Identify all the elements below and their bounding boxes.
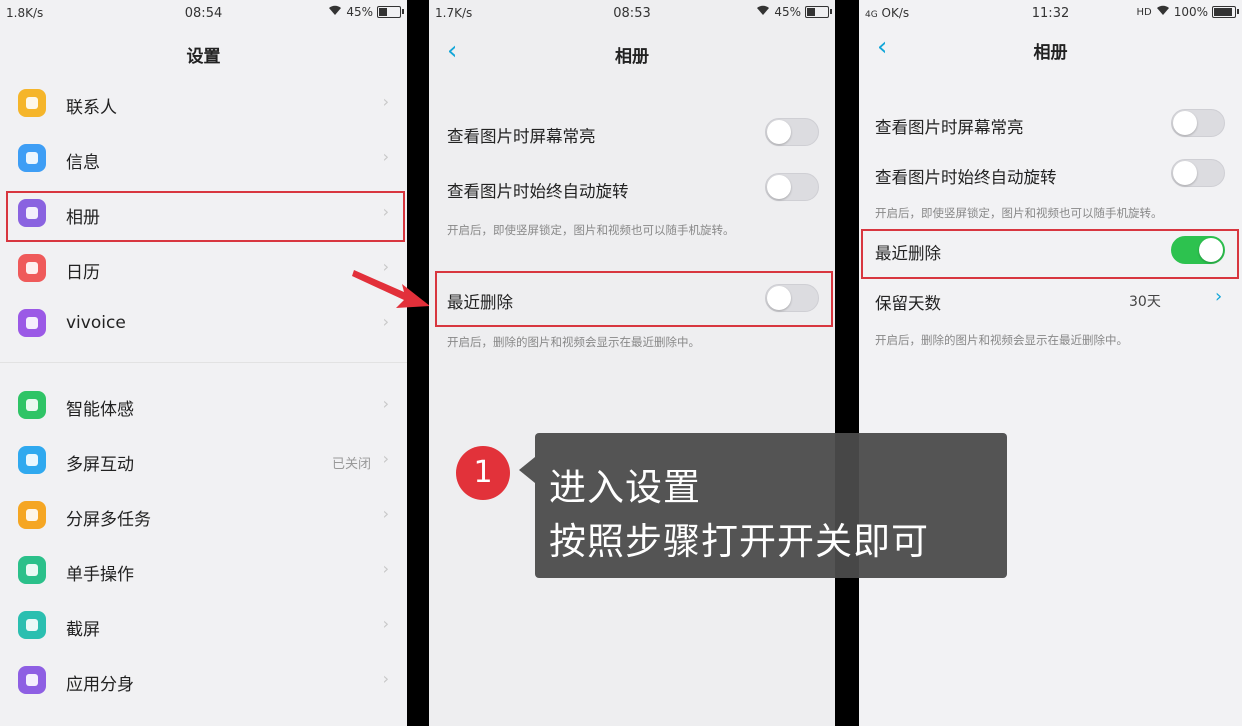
- chevron-right-icon: ›: [382, 92, 389, 111]
- settings-item[interactable]: 联系人 ›: [0, 78, 407, 133]
- multiscreen-icon: [18, 446, 46, 474]
- album-settings-screen-off: 1.7K/s 08:53 45% ‹ 相册 查看图片时屏幕常亮 查看图片时始终自…: [429, 0, 835, 726]
- settings-item-label: vivoice: [66, 313, 126, 333]
- splitscreen-icon: [18, 501, 46, 529]
- app-clone-icon: [18, 666, 46, 694]
- settings-item-label: 应用分身: [66, 675, 134, 695]
- chevron-right-icon: ›: [382, 394, 389, 413]
- settings-screen: 1.8K/s 08:54 45% 设置 联系人 › 信息 › 相册 › 日历 › vivoice…: [0, 0, 407, 726]
- recently-deleted-hint: 开启后，删除的图片和视频会显示在最近删除中。: [447, 335, 700, 349]
- settings-item[interactable]: 多屏互动 已关闭 ›: [0, 435, 407, 490]
- auto-rotate-toggle[interactable]: [765, 173, 819, 201]
- page-title: 相册: [1033, 43, 1068, 63]
- settings-item-label: 日历: [66, 263, 100, 283]
- recently-deleted-hint: 开启后，删除的图片和视频会显示在最近删除中。: [875, 333, 1128, 347]
- settings-item[interactable]: 分屏多任务 ›: [0, 490, 407, 545]
- step-number-badge: 1: [456, 446, 510, 500]
- hd-label: HD: [1136, 6, 1152, 18]
- album-settings-screen-on: 4G OK/s 11:32 HD 100% ‹ 相册 查看图片时屏幕常亮 查看图…: [859, 0, 1242, 726]
- auto-rotate-hint: 开启后，即使竖屏锁定，图片和视频也可以随手机旋转。: [447, 223, 735, 237]
- battery-percent: 100%: [1173, 5, 1208, 19]
- chevron-right-icon: ›: [382, 504, 389, 523]
- contacts-icon: [18, 89, 46, 117]
- pointer-arrow-icon: [352, 270, 430, 308]
- battery-icon: [377, 6, 404, 18]
- auto-rotate-toggle[interactable]: [1171, 159, 1225, 187]
- voice-icon: [18, 309, 46, 337]
- screen-on-toggle[interactable]: [1171, 109, 1225, 137]
- callout-line-1: 进入设置: [549, 466, 701, 509]
- battery-icon: [805, 6, 832, 18]
- option-screen-on-label: 查看图片时屏幕常亮: [447, 127, 596, 146]
- chevron-right-icon: ›: [382, 559, 389, 578]
- chevron-right-icon: ›: [382, 449, 389, 468]
- retain-days-value[interactable]: 30天: [1129, 291, 1161, 311]
- status-bar: 1.7K/s 08:53 45%: [429, 0, 835, 26]
- page-title: 相册: [615, 47, 649, 67]
- settings-item[interactable]: 信息 ›: [0, 133, 407, 188]
- settings-item-label: 分屏多任务: [66, 510, 151, 530]
- screen-on-toggle[interactable]: [765, 118, 819, 146]
- screenshot-icon: [18, 611, 46, 639]
- chevron-right-icon: ›: [382, 147, 389, 166]
- section-divider: [0, 362, 407, 363]
- auto-rotate-hint: 开启后，即使竖屏锁定，图片和视频也可以随手机旋转。: [875, 206, 1163, 220]
- option-screen-on-label: 查看图片时屏幕常亮: [875, 118, 1024, 137]
- chevron-right-icon: ›: [382, 312, 389, 331]
- settings-item[interactable]: vivoice ›: [0, 298, 407, 353]
- retain-days-label: 保留天数: [875, 294, 941, 313]
- battery-percent: 45%: [346, 5, 373, 19]
- settings-item[interactable]: 单手操作 ›: [0, 545, 407, 600]
- option-auto-rotate-label: 查看图片时始终自动旋转: [875, 168, 1057, 187]
- highlight-recently-deleted: [435, 271, 833, 327]
- page-title: 设置: [186, 47, 221, 67]
- chevron-right-icon: ›: [382, 614, 389, 633]
- settings-item[interactable]: 智能体感 ›: [0, 380, 407, 435]
- onehand-icon: [18, 556, 46, 584]
- settings-item[interactable]: 日历 ›: [0, 243, 407, 298]
- settings-item[interactable]: 截屏 ›: [0, 600, 407, 655]
- wifi-icon: [1156, 5, 1170, 19]
- calendar-icon: [18, 254, 46, 282]
- wifi-icon: [756, 5, 770, 19]
- settings-item-label: 单手操作: [66, 565, 134, 585]
- callout-line-2: 按照步骤打开开关即可: [549, 520, 929, 563]
- motion-icon: [18, 391, 46, 419]
- highlight-recently-deleted: [861, 229, 1239, 279]
- settings-item-label: 联系人: [66, 98, 117, 118]
- chevron-right-icon[interactable]: ›: [1215, 286, 1222, 307]
- instruction-callout: 进入设置 按照步骤打开开关即可: [519, 433, 1007, 578]
- battery-icon: [1212, 6, 1239, 18]
- battery-percent: 45%: [774, 5, 801, 19]
- message-icon: [18, 144, 46, 172]
- option-auto-rotate-label: 查看图片时始终自动旋转: [447, 182, 629, 201]
- settings-item-label: 截屏: [66, 620, 100, 640]
- wifi-icon: [328, 5, 342, 19]
- status-bar: 4G OK/s 11:32 HD 100%: [859, 0, 1242, 26]
- settings-item-label: 智能体感: [66, 400, 134, 420]
- chevron-right-icon: ›: [382, 669, 389, 688]
- settings-item-label: 信息: [66, 153, 100, 173]
- settings-item[interactable]: 应用分身 ›: [0, 655, 407, 710]
- highlight-album-row: [6, 191, 405, 242]
- settings-item-label: 多屏互动: [66, 455, 134, 475]
- status-bar: 1.8K/s 08:54 45%: [0, 0, 407, 26]
- settings-item-value: 已关闭: [331, 457, 371, 472]
